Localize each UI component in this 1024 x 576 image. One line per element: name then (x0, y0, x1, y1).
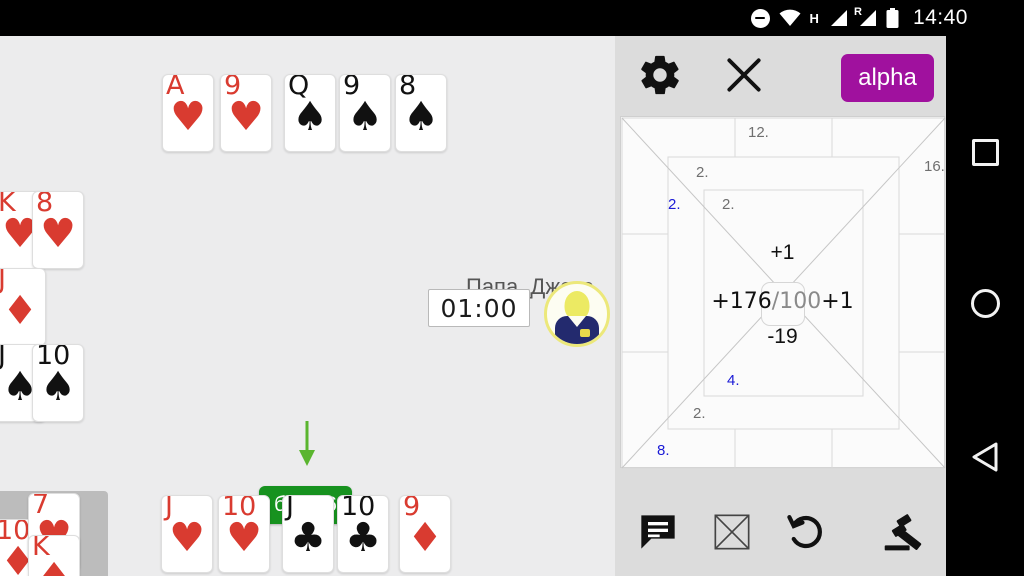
card[interactable]: 8 ♥ (32, 191, 84, 269)
card[interactable]: 8 ♠ (395, 74, 447, 152)
card-suit: ♦ (29, 558, 79, 576)
card[interactable]: 10 ♣ (337, 495, 389, 573)
avatar-collar (568, 316, 586, 327)
card-suit: ♣ (345, 515, 381, 561)
home-button[interactable] (970, 288, 1000, 318)
card-suit: ♥ (40, 211, 76, 257)
score-label-top-ring3: 2. (722, 196, 735, 213)
broken-image-icon[interactable] (709, 509, 755, 555)
avatar-badge (580, 329, 590, 337)
card-suit: ♥ (226, 515, 262, 561)
score-center-total: +176/100+1 (621, 289, 944, 314)
turn-timer: 01:00 (428, 289, 530, 327)
card-suit: ♠ (292, 94, 328, 140)
avatar-body (555, 316, 599, 344)
panel-toolbar (615, 488, 946, 576)
battery-icon (886, 8, 899, 28)
score-label-top-ring2: 2. (696, 164, 709, 181)
card[interactable]: J ♣ (282, 495, 334, 573)
card[interactable]: Q ♠ (284, 74, 336, 152)
score-center-divider: /100 (771, 289, 822, 314)
score-bottom-inner: -19 (767, 325, 798, 348)
card-suit: ♥ (228, 94, 264, 140)
recents-button[interactable] (971, 139, 999, 167)
score-label-top-outer: 12. (748, 124, 769, 141)
card[interactable]: 10 ♥ (218, 495, 270, 573)
status-bar: H R 14:40 (0, 0, 1024, 36)
card-suit: ♥ (169, 515, 205, 561)
roaming-letter: R (853, 6, 862, 18)
undo-icon[interactable] (783, 509, 829, 555)
score-diagram[interactable]: 12. 16. 2. 2. 2. 4. 2. 8. +1 -19 +176/10… (620, 116, 946, 469)
score-center-positive: +176 (711, 289, 772, 314)
score-top-inner: +1 (770, 241, 795, 264)
score-label-right-outer: 16. (924, 158, 945, 175)
navigation-bar (946, 36, 1024, 576)
side-panel: alpha 12. 16. 2. 2. 2. 4. 2. 8. +1 -19 +… (615, 36, 946, 576)
h-network-icon: H (809, 10, 819, 26)
card-suit: ♠ (403, 94, 439, 140)
gear-icon[interactable] (637, 52, 683, 98)
card-tray[interactable]: 10 ♦ 7 ♥ K ♦ (0, 491, 108, 576)
card-suit: ♠ (347, 94, 383, 140)
wifi-icon (779, 9, 801, 27)
android-screen: H R 14:40 A ♥ 9 ♥ Q ♠ 9 ♠ 8 ♠ ♥ 8 ♥ ♦ ♠ … (0, 0, 1024, 576)
do-not-disturb-icon (750, 8, 770, 28)
panel-header: alpha (615, 36, 946, 114)
close-icon[interactable] (721, 52, 767, 98)
gavel-icon[interactable] (878, 509, 924, 555)
signal-icon (828, 9, 848, 27)
card-suit: ♦ (2, 288, 38, 334)
card[interactable]: 9 ♥ (220, 74, 272, 152)
score-center-suffix: +1 (821, 289, 854, 314)
roaming-signal-icon: R (853, 6, 877, 27)
card[interactable]: K ♦ (28, 535, 80, 576)
card[interactable]: J ♦ (0, 268, 46, 346)
score-label-bottom-left-outer: 8. (657, 442, 670, 459)
game-board: A ♥ 9 ♥ Q ♠ 9 ♠ 8 ♠ K ♥ (0, 36, 615, 576)
score-label-bottom-ring3: 4. (727, 372, 740, 389)
card-suit: ♣ (290, 515, 326, 561)
card-suit: ♥ (170, 94, 206, 140)
score-label-left-ring2: 2. (668, 196, 681, 213)
card[interactable]: 9 ♦ (399, 495, 451, 573)
card[interactable]: A ♥ (162, 74, 214, 152)
down-arrow-icon (296, 421, 318, 467)
score-label-bottom-ring2: 2. (693, 405, 706, 422)
card-suit: ♦ (407, 515, 443, 561)
status-bar-clock: 14:40 (912, 6, 968, 29)
chat-icon[interactable] (635, 509, 681, 555)
card[interactable]: J ♥ (161, 495, 213, 573)
card[interactable]: 10 ♠ (32, 344, 84, 422)
avatar[interactable] (544, 281, 610, 347)
back-button[interactable] (970, 441, 1000, 473)
card[interactable]: 9 ♠ (339, 74, 391, 152)
alpha-button[interactable]: alpha (841, 54, 934, 102)
card-suit: ♠ (40, 364, 76, 410)
